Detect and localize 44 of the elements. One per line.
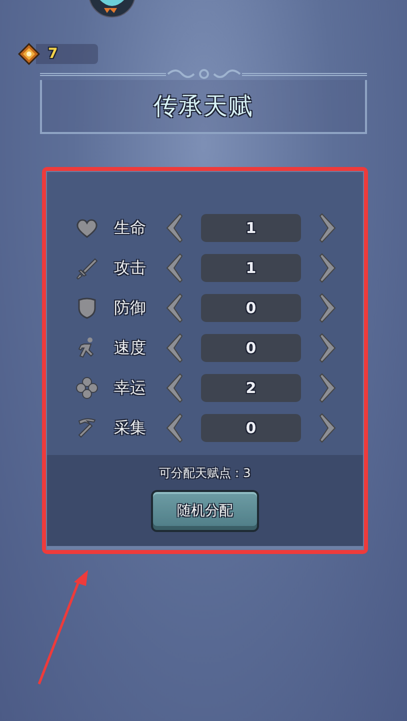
talent-value: 2 — [201, 374, 301, 402]
right-chevron-icon — [318, 293, 338, 323]
talent-value: 1 — [201, 254, 301, 282]
random-allocate-button[interactable]: 随机分配 — [151, 490, 259, 532]
left-chevron-icon — [164, 373, 184, 403]
increase-button[interactable] — [318, 213, 338, 243]
talent-value: 0 — [201, 414, 301, 442]
decrease-button[interactable] — [164, 373, 184, 403]
increase-button[interactable] — [318, 333, 338, 363]
left-chevron-icon — [164, 253, 184, 283]
available-points-label: 可分配天赋点：3 — [159, 465, 251, 482]
right-chevron-icon — [318, 213, 338, 243]
left-chevron-icon — [164, 293, 184, 323]
sword-icon — [75, 256, 99, 280]
talent-value: 0 — [201, 294, 301, 322]
right-chevron-icon — [318, 413, 338, 443]
decrease-button[interactable] — [164, 253, 184, 283]
decrease-button[interactable] — [164, 293, 184, 323]
right-chevron-icon — [318, 253, 338, 283]
increase-button[interactable] — [318, 253, 338, 283]
left-chevron-icon — [164, 213, 184, 243]
talent-value: 1 — [201, 214, 301, 242]
talent-name: 生命 — [114, 218, 147, 238]
talent-name: 幸运 — [114, 378, 147, 398]
currency-amount: 7 — [48, 46, 58, 62]
right-chevron-icon — [318, 333, 338, 363]
talent-name: 速度 — [114, 338, 147, 358]
decrease-button[interactable] — [164, 413, 184, 443]
increase-button[interactable] — [318, 293, 338, 323]
increase-button[interactable] — [318, 373, 338, 403]
page-title: 传承天赋 — [154, 91, 254, 122]
talent-value: 0 — [201, 334, 301, 362]
decrease-button[interactable] — [164, 213, 184, 243]
left-chevron-icon — [164, 413, 184, 443]
clover-icon — [75, 376, 99, 400]
right-chevron-icon — [318, 373, 338, 403]
talent-name: 攻击 — [114, 258, 147, 278]
left-chevron-icon — [164, 333, 184, 363]
diamond-gem-icon — [18, 43, 40, 65]
avatar-icon — [88, 0, 136, 18]
talent-name: 防御 — [114, 298, 147, 318]
decrease-button[interactable] — [164, 333, 184, 363]
increase-button[interactable] — [318, 413, 338, 443]
talent-name: 采集 — [114, 418, 147, 438]
